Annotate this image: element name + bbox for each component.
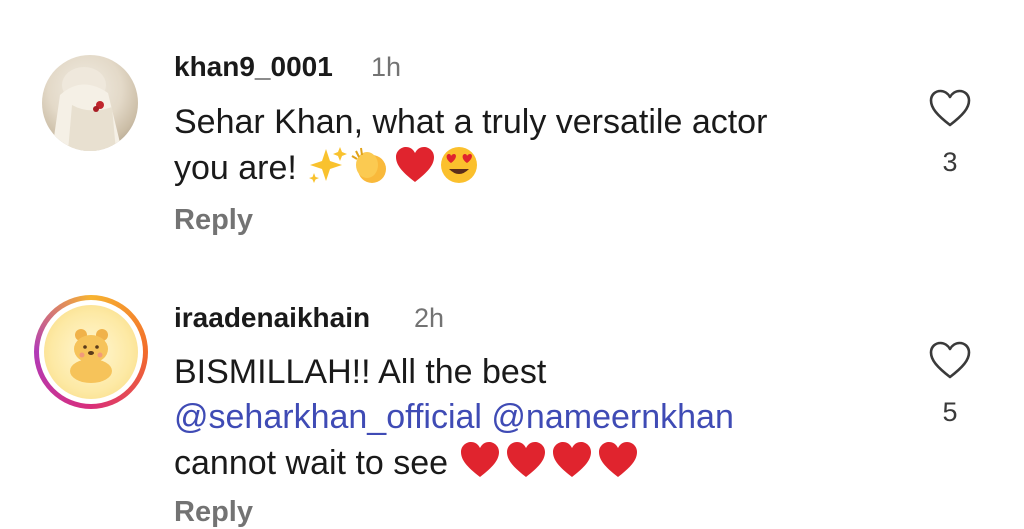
- red-heart-emoji: [596, 440, 640, 492]
- username[interactable]: iraadenaikhain: [174, 302, 370, 334]
- comment-text-line: @seharkhan_official @nameernkhan: [174, 395, 734, 440]
- comment-text: BISMILLAH!! All the best @seharkhan_offi…: [174, 350, 734, 492]
- comment-text-fragment: you are!: [174, 149, 297, 187]
- comment-text: Sehar Khan, what a truly versatile actor…: [174, 100, 767, 197]
- sparkles-emoji: [306, 145, 348, 197]
- like-count: 3: [942, 147, 958, 177]
- comment-text-line: you are!: [174, 145, 767, 197]
- like-heart-icon[interactable]: [928, 340, 972, 380]
- mention-link[interactable]: @nameernkhan: [491, 398, 733, 436]
- red-heart-emoji: [394, 145, 436, 197]
- timestamp: 1h: [371, 52, 402, 82]
- clapping-hands-emoji: [350, 145, 392, 197]
- bear-icon: [70, 329, 112, 383]
- reply-button[interactable]: Reply: [174, 204, 253, 237]
- avatar: [44, 305, 138, 399]
- comment-text-fragment: cannot wait to see: [174, 444, 449, 482]
- avatar-story-ring[interactable]: [34, 295, 148, 409]
- comment-item: khan9_0001 1h Sehar Khan, what a truly v…: [0, 0, 1024, 270]
- avatar[interactable]: [42, 55, 138, 151]
- avatar-photo: [52, 67, 122, 151]
- red-heart-emoji: [504, 440, 548, 492]
- comment-item: iraadenaikhain 2h BISMILLAH!! All the be…: [0, 270, 1024, 528]
- red-heart-emoji: [550, 440, 594, 492]
- mention-link[interactable]: @seharkhan_official: [174, 398, 482, 436]
- reply-button[interactable]: Reply: [174, 496, 253, 529]
- heart-eyes-emoji: [438, 145, 480, 197]
- like-count: 5: [942, 397, 958, 427]
- comment-text-line: cannot wait to see: [174, 440, 734, 492]
- comment-text-line: Sehar Khan, what a truly versatile actor: [174, 103, 768, 141]
- red-heart-emoji: [458, 440, 502, 492]
- username[interactable]: khan9_0001: [174, 51, 333, 83]
- like-heart-icon[interactable]: [928, 88, 972, 128]
- timestamp: 2h: [414, 303, 445, 333]
- comment-text-line: BISMILLAH!! All the best: [174, 353, 547, 391]
